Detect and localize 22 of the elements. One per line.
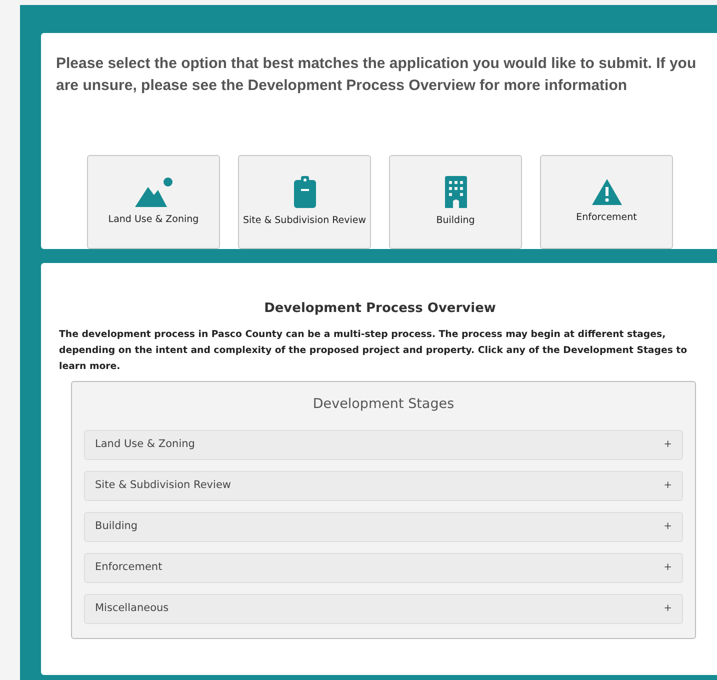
accordion-header[interactable]: Site & Subdivision Review + [84, 470, 683, 501]
option-button[interactable]: Land Use & Zoning [87, 155, 220, 249]
expand-icon: + [664, 437, 672, 452]
clipboard-icon [294, 176, 316, 208]
accordion-header[interactable]: Enforcement + [84, 552, 683, 583]
instruction-text: Please select the option that best matches the application you would like to submit. If you are unsure, please see the Development Process Overview for more information [56, 54, 697, 96]
expand-icon: + [664, 478, 672, 494]
expand-icon: + [664, 519, 672, 534]
expand-icon: + [664, 560, 672, 576]
building-icon [444, 176, 466, 208]
accordion-header[interactable]: Land Use & Zoning + [84, 430, 683, 460]
section-title: Development Process Overview [263, 301, 497, 317]
option-button[interactable]: Site & Subdivision Review [238, 155, 371, 249]
option-button[interactable]: Building [389, 155, 522, 249]
accordion-header[interactable]: Miscellaneous + [84, 594, 683, 624]
panel-title: Development Stages [312, 394, 456, 414]
warning-icon [592, 178, 622, 205]
description-text: The development process in Pasco County can be a multi-step process. The process may begin at different stages, depending on the intent and complexity of the proposed project and property. Click any of the Development Stages to learn more. [59, 328, 688, 374]
expand-icon: + [664, 601, 672, 616]
mountains-icon [134, 176, 172, 207]
option-button[interactable]: Enforcement [540, 155, 673, 249]
accordion-header[interactable]: Building + [84, 512, 683, 542]
